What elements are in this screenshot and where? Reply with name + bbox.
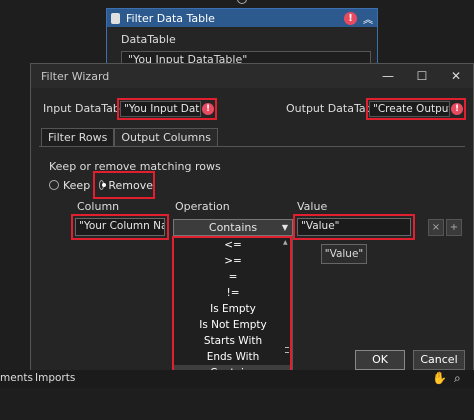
column-name-field[interactable]: "Your Column Name (75, 218, 165, 236)
maximize-icon[interactable]: ☐ (405, 69, 439, 83)
value-header: Value (297, 200, 328, 213)
add-row-button[interactable]: + (446, 219, 462, 236)
remove-radio-option[interactable]: Remove (93, 171, 155, 199)
io-row: Input DataTable "You Input DataTa ! Outp… (31, 96, 473, 122)
error-icon: ! (451, 103, 463, 115)
chevron-down-icon: ▼ (281, 223, 288, 232)
close-icon[interactable]: ✕ (439, 69, 473, 83)
connector-circle (237, 0, 247, 4)
wizard-tabs: Filter Rows Output Columns (41, 128, 218, 146)
hand-icon[interactable]: ✋ (432, 371, 447, 385)
activity-header: Filter Data Table ! ︽ (107, 9, 377, 27)
operation-header: Operation (175, 200, 230, 213)
designer-bottom-bar: ments Imports ✋ ⌕ (0, 370, 474, 388)
dialog-titlebar: Filter Wizard — ☐ ✕ (31, 64, 473, 88)
keep-radio-label: Keep (63, 178, 91, 192)
input-datatable-highlight: "You Input DataTa ! (117, 98, 217, 120)
keep-radio[interactable] (49, 180, 59, 190)
database-icon (111, 12, 120, 24)
arguments-tab[interactable]: ments (0, 372, 33, 384)
value-highlight: "Value" (293, 214, 415, 240)
output-datatable-highlight: "Create Output Va ! (366, 98, 466, 120)
operation-selected-value: Contains (208, 221, 258, 234)
output-datatable-field[interactable]: "Create Output Va (369, 101, 450, 117)
imports-tab[interactable]: Imports (35, 372, 75, 384)
value-field[interactable]: "Value" (297, 218, 411, 236)
value-tooltip: "Value" (321, 244, 367, 264)
error-icon: ! (202, 103, 214, 115)
keep-radio-option[interactable]: Keep (49, 175, 90, 195)
operation-select[interactable]: Contains ▼ (173, 219, 293, 236)
input-datatable-field[interactable]: "You Input DataTa (120, 101, 201, 117)
tab-output-columns[interactable]: Output Columns (114, 128, 218, 146)
activity-field-label: DataTable (121, 33, 176, 46)
remove-radio-label: Remove (108, 178, 153, 192)
tab-filter-rows[interactable]: Filter Rows (41, 128, 115, 146)
error-icon: ! (344, 11, 357, 25)
collapse-icon[interactable]: ︽ (363, 11, 373, 26)
cancel-button[interactable]: Cancel (413, 350, 465, 370)
ok-button[interactable]: OK (355, 350, 405, 370)
dialog-title: Filter Wizard (41, 69, 110, 83)
remove-radio[interactable] (99, 180, 107, 190)
search-icon[interactable]: ⌕ (454, 371, 461, 386)
remove-row-button[interactable]: × (428, 219, 444, 236)
column-header: Column (77, 200, 120, 213)
designer-bottom-area (0, 388, 474, 420)
activity-title: Filter Data Table (126, 11, 215, 25)
column-highlight: "Your Column Name (71, 214, 169, 240)
minimize-icon[interactable]: — (371, 69, 405, 83)
